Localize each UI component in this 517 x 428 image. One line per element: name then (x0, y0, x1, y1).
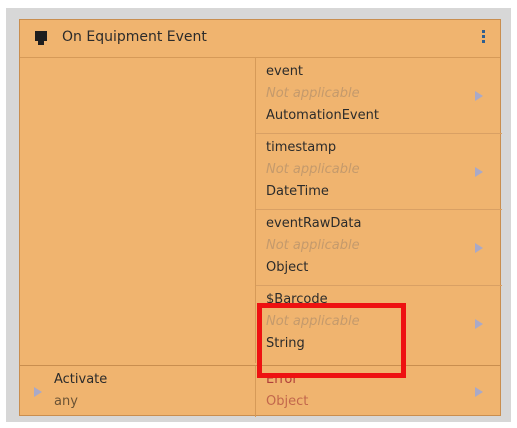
output-row-eventrawdata: eventRawData Not applicable Object (256, 210, 502, 286)
output-connector-icon[interactable] (475, 319, 483, 329)
input-port-area: Activate any (20, 366, 256, 417)
output-name: eventRawData (266, 216, 362, 231)
error-connector-icon[interactable] (475, 387, 483, 397)
block-header: On Equipment Event (20, 20, 500, 58)
input-area (20, 58, 256, 363)
equipment-icon (35, 31, 47, 45)
output-row-timestamp: timestamp Not applicable DateTime (256, 134, 502, 210)
output-type: String (266, 336, 305, 351)
output-connector-icon[interactable] (475, 243, 483, 253)
output-name: timestamp (266, 140, 337, 155)
output-list: event Not applicable AutomationEvent tim… (256, 58, 502, 363)
output-type: DateTime (266, 184, 329, 199)
output-row-barcode: $Barcode Not applicable String (256, 286, 502, 363)
output-type: AutomationEvent (266, 108, 379, 123)
output-name: $Barcode (266, 292, 328, 307)
block-footer: Activate any Error Object (20, 365, 500, 417)
kebab-menu-icon[interactable] (480, 28, 486, 48)
output-name: event (266, 64, 304, 79)
input-name: Activate (54, 372, 108, 387)
output-connector-icon[interactable] (475, 91, 483, 101)
error-output-name: Error (266, 372, 298, 387)
input-type: any (54, 394, 78, 409)
input-connector-icon[interactable] (34, 387, 42, 397)
error-output-type: Object (266, 394, 309, 409)
output-type: Object (266, 260, 309, 275)
output-connector-icon[interactable] (475, 167, 483, 177)
output-status: Not applicable (266, 162, 360, 177)
output-row-event: event Not applicable AutomationEvent (256, 58, 502, 134)
output-status: Not applicable (266, 238, 360, 253)
output-status: Not applicable (266, 86, 360, 101)
event-block[interactable]: On Equipment Event event Not applicable … (19, 19, 502, 417)
output-status: Not applicable (266, 314, 360, 329)
block-title: On Equipment Event (62, 29, 207, 45)
